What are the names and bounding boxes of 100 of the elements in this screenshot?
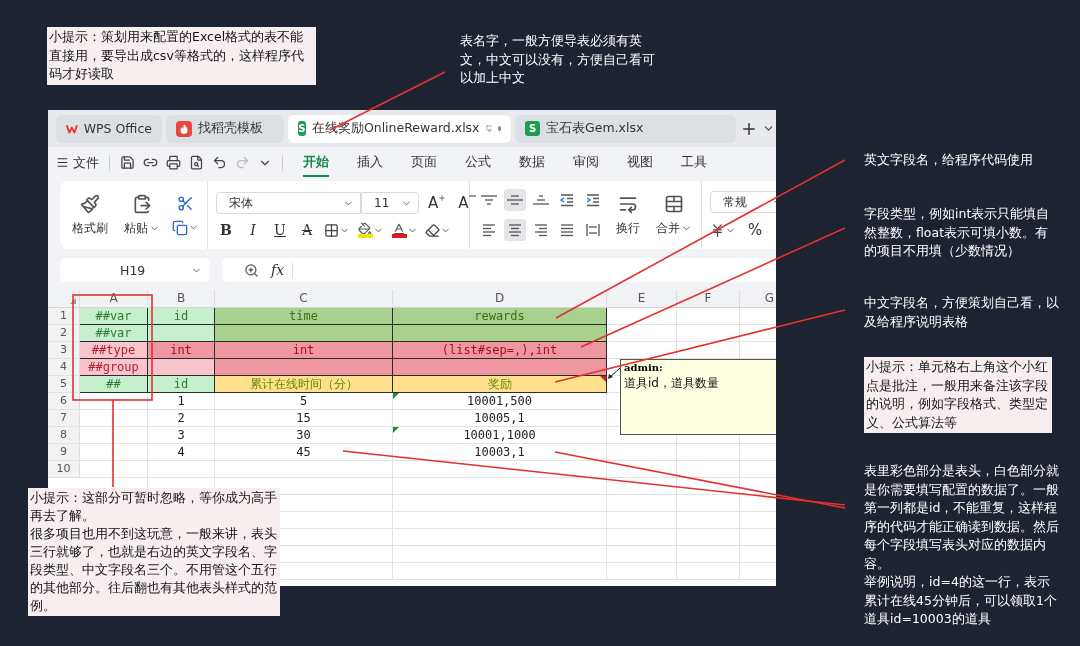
comment-text: 道具id，道具数量 — [624, 375, 720, 392]
row-header[interactable]: 5 — [48, 376, 80, 393]
ribbon-tab[interactable]: 页面 — [411, 148, 437, 177]
undo-icon — [212, 155, 227, 170]
currency-button[interactable] — [710, 222, 736, 238]
print-button[interactable] — [166, 155, 181, 170]
row-header[interactable]: 6 — [48, 393, 80, 410]
text-style-button[interactable]: U — [270, 222, 290, 238]
column-header[interactable]: D — [393, 290, 607, 308]
border-button[interactable] — [324, 222, 350, 238]
document-tab[interactable]: WPS Office — [56, 114, 162, 143]
table-cell: time — [215, 308, 393, 325]
row-header[interactable]: 2 — [48, 325, 80, 342]
text-style-button[interactable]: A — [297, 222, 317, 238]
minus-icon — [468, 194, 476, 198]
ribbon-tab[interactable]: 公式 — [465, 148, 491, 177]
clipboard-icon — [132, 193, 152, 214]
row-header[interactable]: 1 — [48, 308, 80, 325]
ribbon-tab[interactable]: 数据 — [519, 148, 545, 177]
fill-color-icon — [357, 222, 373, 238]
redo-icon — [235, 155, 250, 170]
column-header[interactable]: G — [740, 290, 776, 308]
text-style-button[interactable]: B — [216, 222, 236, 238]
align-button[interactable] — [504, 189, 526, 211]
table-cell: id — [148, 376, 215, 393]
merge-button[interactable]: 合并 — [652, 193, 696, 237]
row-header[interactable]: 8 — [48, 427, 80, 444]
table-cell: ##type — [80, 342, 148, 359]
clear-button[interactable] — [425, 222, 451, 238]
number-format-select[interactable]: 常规 — [710, 191, 776, 213]
table-cell-text: 10003,1 — [473, 444, 526, 461]
table-cell: ##var — [80, 325, 148, 342]
row-header[interactable]: 4 — [48, 359, 80, 376]
table-cell-text: 30 — [295, 427, 312, 444]
align-icon — [507, 195, 523, 205]
format-painter-button[interactable]: 格式刷 — [68, 193, 112, 237]
merge-icon — [664, 193, 684, 214]
ribbon-tab[interactable]: 插入 — [357, 148, 383, 177]
wrap-button[interactable]: 换行 — [612, 193, 644, 237]
eraser-icon — [425, 222, 440, 238]
annotation-text: 举例说明，id=4的这一行，表示累计在线45分钟后，可以领取1个道具id=10003的道具 — [864, 573, 1058, 628]
function-label: fx — [271, 262, 294, 278]
copy-icon — [172, 219, 188, 236]
ribbon-tab[interactable]: 工具 — [681, 148, 707, 177]
text-style-button[interactable]: I — [243, 222, 263, 238]
table-cell-text: 4 — [176, 444, 186, 461]
align-icon — [481, 195, 497, 205]
document-tab[interactable]: S 宝石表Gem.xlsx — [515, 114, 736, 143]
preview-button[interactable] — [189, 155, 204, 170]
copy-button[interactable] — [172, 219, 199, 236]
tip-text: 小提示：策划用来配置的Excel格式的表不能直接用，要导出成csv等格式的，这样程序代码才好读取 — [49, 28, 305, 83]
font-shrink-button[interactable]: A — [455, 194, 479, 212]
paste-button[interactable]: 粘贴 — [120, 193, 164, 237]
annotation-text: 字段类型，例如int表示只能填自然整数，float表示可填小数。有的项目不用填（少数情况） — [864, 205, 1051, 260]
font-color-button[interactable] — [391, 222, 418, 238]
save-icon — [120, 155, 135, 170]
formula-field[interactable]: fx — [222, 258, 776, 282]
document-tab[interactable]: 找稻壳模板 — [166, 114, 284, 143]
undo-button[interactable] — [212, 155, 227, 170]
row-header[interactable]: 7 — [48, 410, 80, 427]
file-menu-button[interactable]: 文件 — [56, 153, 99, 172]
table-cell-text: 1 — [176, 393, 186, 410]
table-cell: 累计在线时间（分） — [215, 376, 393, 393]
printer-icon — [166, 155, 181, 170]
dot-icon — [498, 126, 501, 131]
column-header[interactable]: F — [677, 290, 740, 308]
table-cell: ##var — [80, 308, 148, 325]
yen-icon — [710, 222, 725, 238]
comment-author: admin: — [624, 362, 664, 373]
save-button[interactable] — [120, 155, 135, 170]
annotation-text: 表名字，一般方便导表必须有英文，中文可以没有，方便自己看可以加上中文 — [460, 32, 656, 87]
row-header[interactable]: 3 — [48, 342, 80, 359]
column-header[interactable]: C — [215, 290, 393, 308]
table-cell: 10001,1000 — [463, 428, 536, 442]
column-header[interactable]: E — [607, 290, 677, 308]
file-badge: S — [298, 121, 306, 136]
table-cell: id — [148, 308, 215, 325]
plus-icon — [438, 194, 447, 202]
percent-button[interactable]: % — [742, 221, 769, 239]
font-color-icon — [391, 222, 407, 238]
column-header[interactable]: B — [148, 290, 215, 308]
preview-icon — [189, 155, 204, 170]
align-button[interactable] — [504, 219, 526, 241]
tip-text: 小提示：这部分可暂时忽略，等你成为高手再去了解。 — [30, 489, 278, 525]
size-select[interactable]: 11 — [361, 192, 419, 214]
align-icon — [533, 195, 549, 205]
align-icon — [585, 222, 601, 238]
ribbon-tab[interactable]: 开始 — [303, 148, 329, 177]
table-cell: 10001,500 — [467, 394, 532, 408]
row-header[interactable]: 9 — [48, 444, 80, 461]
ribbon-tab[interactable]: 视图 — [627, 148, 653, 177]
name-box[interactable]: H19 — [60, 258, 210, 282]
fill-color-button[interactable] — [357, 222, 384, 238]
row-header[interactable]: 10 — [48, 461, 80, 478]
font-select[interactable]: 宋体 — [216, 192, 361, 214]
outdent-icon — [559, 192, 575, 208]
ribbon-tab[interactable]: 审阅 — [573, 148, 599, 177]
font-grow-button[interactable]: A — [425, 194, 450, 212]
table-cell: rewards — [393, 308, 607, 325]
tip-text: 小提示：单元格右上角这个小红点是批注，一般用来备注该字段的说明，例如字段格式、类型定义、公式算法等 — [866, 358, 1049, 432]
